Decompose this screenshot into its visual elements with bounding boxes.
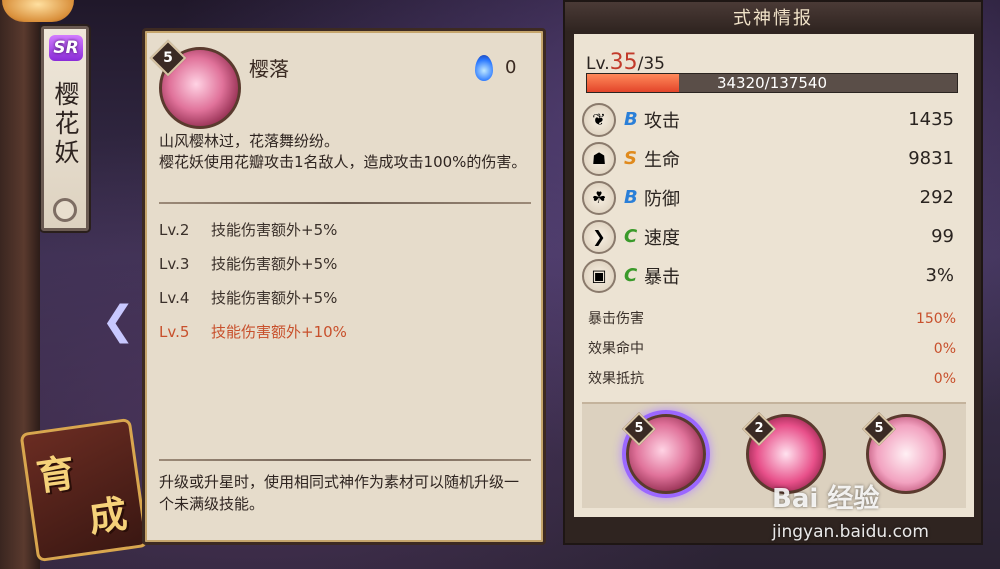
armor-icon: ☘ [582, 180, 616, 215]
stat-row-crit: ▣ C 暴击 3% [582, 256, 966, 295]
stat-value: 3% [925, 265, 954, 286]
skill-slot-selected[interactable]: 5 [622, 412, 706, 494]
slot-level-tag: 2 [742, 412, 776, 446]
grade-badge: S [624, 147, 637, 169]
stat-row-hp: ☗ S 生命 9831 [582, 139, 966, 178]
slot-level-tag: 5 [622, 412, 656, 446]
grade-badge: B [624, 186, 638, 208]
stat-name: 暴击 [644, 266, 680, 288]
talisman-icon: ☗ [582, 141, 616, 176]
substat-row: 效果抵抗 0% [588, 371, 956, 387]
stat-row-attack: ❦ B 攻击 1435 [582, 100, 966, 139]
substat-row: 效果命中 0% [588, 341, 956, 357]
divider [159, 459, 531, 461]
skill-detail-panel: 5 樱落 0 山风樱林过，花落舞纷纷。 樱花妖使用花瓣攻击1名敌人，造成攻击10… [142, 28, 546, 545]
stat-list: ❦ B 攻击 1435 ☗ S 生命 9831 ☘ B 防御 292 ❯ C 速… [582, 100, 966, 295]
stat-value: 99 [931, 226, 954, 247]
skill-name: 樱落 [249, 57, 289, 81]
shikigami-info-frame: 式神情报 Lv.35/35 34320/137540 ❦ B 攻击 1435 ☗… [563, 0, 983, 545]
grade-badge: B [624, 108, 638, 130]
grow-char-1: 育 [33, 449, 78, 500]
stat-value: 292 [919, 187, 954, 208]
watermark-url: jingyan.baidu.com [772, 522, 929, 542]
grow-char-2: 成 [85, 490, 130, 541]
upgrade-tip: 升级或升星时，使用相同式神作为素材可以随机升级一个未满级技能。 [159, 473, 520, 513]
fan-icon: ❦ [582, 102, 616, 137]
knot-icon [53, 198, 77, 222]
stat-row-defense: ☘ B 防御 292 [582, 178, 966, 217]
lantern-decoration [2, 0, 74, 22]
level-row: Lv.4 技能伤害额外+5% [159, 289, 338, 307]
scroll-icon: ▣ [582, 258, 616, 293]
stat-value: 9831 [908, 148, 954, 169]
orb-cost: 0 [505, 57, 517, 78]
stat-name: 速度 [644, 227, 680, 249]
stat-value: 1435 [908, 109, 954, 130]
shikigami-name: 樱花妖 [51, 81, 80, 168]
grade-badge: C [624, 225, 638, 247]
back-arrow-icon[interactable]: ❮ [95, 298, 141, 344]
watermark-logo: Bai 经验 [772, 484, 880, 514]
slot-level-tag: 5 [862, 412, 896, 446]
stat-name: 防御 [644, 188, 680, 210]
divider [159, 202, 531, 204]
stat-name: 攻击 [644, 110, 680, 132]
xp-text: 34320/137540 [716, 74, 828, 92]
level-label: Lv.35/35 [586, 50, 665, 75]
info-panel: Lv.35/35 34320/137540 ❦ B 攻击 1435 ☗ S 生命… [574, 34, 974, 517]
substat-row: 暴击伤害 150% [588, 311, 956, 327]
onibi-orb-icon [475, 55, 493, 81]
boot-icon: ❯ [582, 219, 616, 254]
stat-name: 生命 [644, 149, 680, 171]
grade-badge: C [624, 264, 638, 286]
stat-row-speed: ❯ C 速度 99 [582, 217, 966, 256]
substat-list: 暴击伤害 150% 效果命中 0% 效果抵抗 0% [588, 304, 960, 394]
skill-level-list: Lv.2 技能伤害额外+5% Lv.3 技能伤害额外+5% Lv.4 技能伤害额外+5… [159, 217, 531, 353]
shikigami-name-plate: SR 樱花妖 [41, 26, 89, 231]
rarity-badge: SR [49, 35, 83, 61]
level-row: Lv.3 技能伤害额外+5% [159, 255, 338, 273]
xp-bar: 34320/137540 [586, 73, 958, 93]
grow-tab-button[interactable]: 育 成 [19, 417, 149, 563]
level-row-current: Lv.5 技能伤害额外+10% [159, 323, 347, 341]
skill-description: 山风樱林过，花落舞纷纷。 樱花妖使用花瓣攻击1名敌人，造成攻击100%的伤害。 [159, 132, 527, 171]
level-row: Lv.2 技能伤害额外+5% [159, 221, 338, 239]
info-title: 式神情报 [565, 2, 981, 32]
